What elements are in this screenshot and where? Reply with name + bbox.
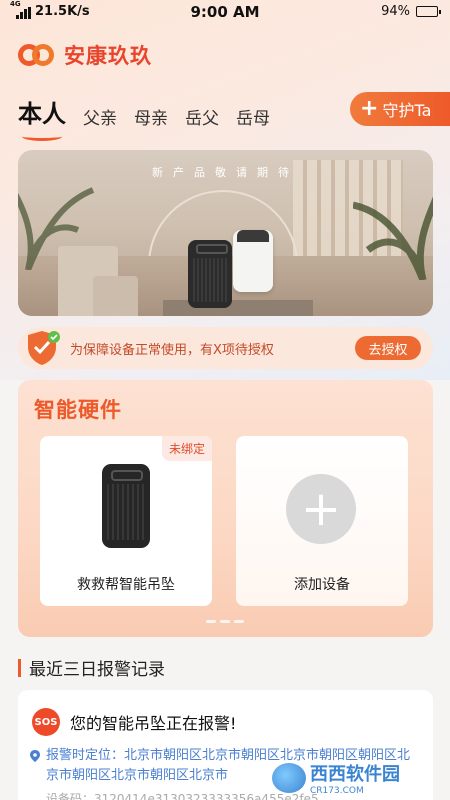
plant-right-icon: [353, 196, 433, 280]
add-device-card[interactable]: + 添加设备: [236, 436, 408, 606]
pendant-device-image: [102, 464, 150, 548]
plus-icon: +: [360, 96, 379, 121]
app-logo: 安康玖玖: [18, 40, 152, 70]
unbound-badge: 未绑定: [161, 436, 212, 461]
banner-pillar: [93, 276, 138, 316]
promo-banner[interactable]: 新产品敬请期待: [18, 150, 433, 316]
tab-father[interactable]: 父亲: [83, 104, 117, 129]
carousel-pager: [206, 620, 244, 623]
add-icon: +: [286, 474, 356, 544]
battery-icon: [416, 6, 441, 17]
guard-button[interactable]: + 守护Ta: [350, 92, 450, 126]
device-label: 救救帮智能吊坠: [77, 577, 175, 593]
watermark-logo-icon: [272, 763, 306, 793]
authorization-notice: 为保障设备正常使用，有X项待授权 去授权: [18, 327, 433, 369]
notice-text: 为保障设备正常使用，有X项待授权: [70, 342, 274, 358]
tab-self[interactable]: 本人: [18, 94, 66, 141]
location-pin-icon: [30, 750, 40, 762]
smart-hardware-title: 智能硬件: [34, 398, 122, 422]
records-section-title: 最近三日报警记录: [18, 655, 165, 680]
authorize-button[interactable]: 去授权: [355, 336, 421, 360]
device-white-image: [233, 230, 273, 292]
member-tabs: 本人 父亲 母亲 岳父 岳母: [18, 94, 270, 141]
shield-icon: [28, 331, 60, 365]
app-name: 安康玖玖: [64, 44, 152, 68]
smart-hardware-card: 智能硬件 未绑定 救救帮智能吊坠 + 添加设备: [18, 380, 433, 637]
add-device-label: 添加设备: [294, 577, 350, 593]
battery-percent: 94%: [381, 4, 410, 19]
guard-button-label: 守护Ta: [382, 101, 432, 120]
sos-icon: SOS: [32, 708, 60, 736]
records-title: 最近三日报警记录: [29, 660, 165, 680]
tab-mother-in-law[interactable]: 岳母: [236, 104, 270, 129]
status-right: 94%: [381, 4, 441, 19]
watermark-subtext: CR173.COM: [310, 786, 364, 796]
tab-father-in-law[interactable]: 岳父: [185, 104, 219, 129]
logo-icon: [18, 42, 58, 68]
banner-text: 新产品敬请期待: [152, 166, 299, 179]
device-card-pendant[interactable]: 未绑定 救救帮智能吊坠: [40, 436, 212, 606]
tab-mother[interactable]: 母亲: [134, 104, 168, 129]
device-black-image: [188, 240, 232, 308]
alert-title: 您的智能吊坠正在报警!: [70, 714, 237, 733]
status-bar: 4G 21.5K/s 9:00 AM 94%: [0, 0, 450, 24]
site-watermark: 西西软件园 CR173.COM: [272, 762, 440, 796]
watermark-text: 西西软件园: [310, 764, 400, 785]
banner-plinth: [163, 300, 313, 316]
section-accent-bar: [18, 658, 21, 677]
